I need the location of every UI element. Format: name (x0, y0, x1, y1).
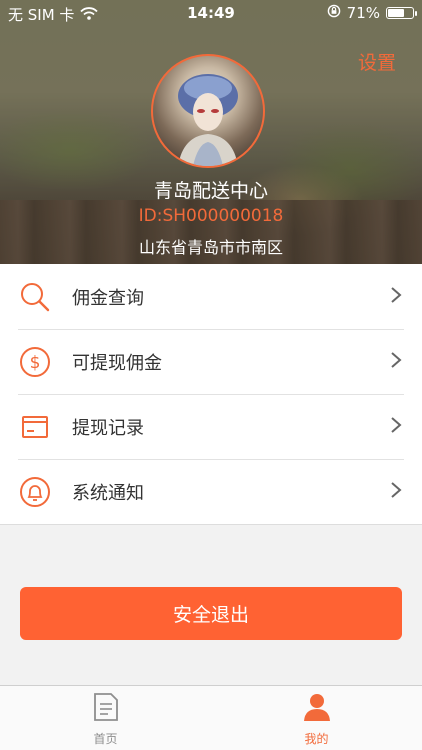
logout-button[interactable]: 安全退出 (20, 587, 402, 640)
chevron-right-icon (390, 416, 402, 438)
shop-id: ID:SH000000018 (138, 206, 284, 226)
menu-item-label: 佣金查询 (72, 287, 144, 309)
bell-icon (18, 475, 52, 509)
chevron-right-icon (390, 481, 402, 503)
menu-item-withdraw-records[interactable]: 提现记录 (0, 394, 422, 459)
menu-item-withdrawable-commission[interactable]: $ 可提现佣金 (0, 329, 422, 394)
chevron-right-icon (390, 351, 402, 373)
document-icon (93, 692, 119, 726)
menu-item-label: 提现记录 (72, 417, 144, 439)
tab-home[interactable]: 首页 (0, 686, 211, 750)
chevron-right-icon (390, 286, 402, 308)
menu-list: 佣金查询 $ 可提现佣金 提现记录 系统通知 (0, 264, 422, 525)
center-name: 青岛配送中心 (153, 180, 268, 202)
search-icon (18, 280, 52, 314)
address: 山东省青岛市市南区 (138, 238, 283, 257)
dollar-icon: $ (18, 345, 52, 379)
battery-percent: 71% (346, 4, 380, 22)
tab-mine[interactable]: 我的 (211, 686, 422, 750)
tab-label: 我的 (304, 732, 329, 746)
settings-button[interactable]: 设置 (358, 48, 396, 75)
battery-icon (386, 7, 417, 19)
avatar[interactable] (151, 54, 265, 168)
status-bar: 无 SIM 卡 14:49 71% (0, 0, 422, 28)
menu-item-commission-query[interactable]: 佣金查询 (0, 264, 422, 329)
tab-bar: 首页 我的 (0, 685, 422, 750)
menu-item-label: 系统通知 (72, 482, 144, 504)
person-icon (302, 692, 332, 726)
menu-item-label: 可提现佣金 (72, 352, 162, 374)
rotation-lock-icon (327, 4, 341, 22)
menu-item-system-notifications[interactable]: 系统通知 (0, 459, 422, 524)
tab-label: 首页 (93, 732, 118, 746)
svg-text:$: $ (30, 353, 41, 373)
card-icon (18, 410, 52, 444)
